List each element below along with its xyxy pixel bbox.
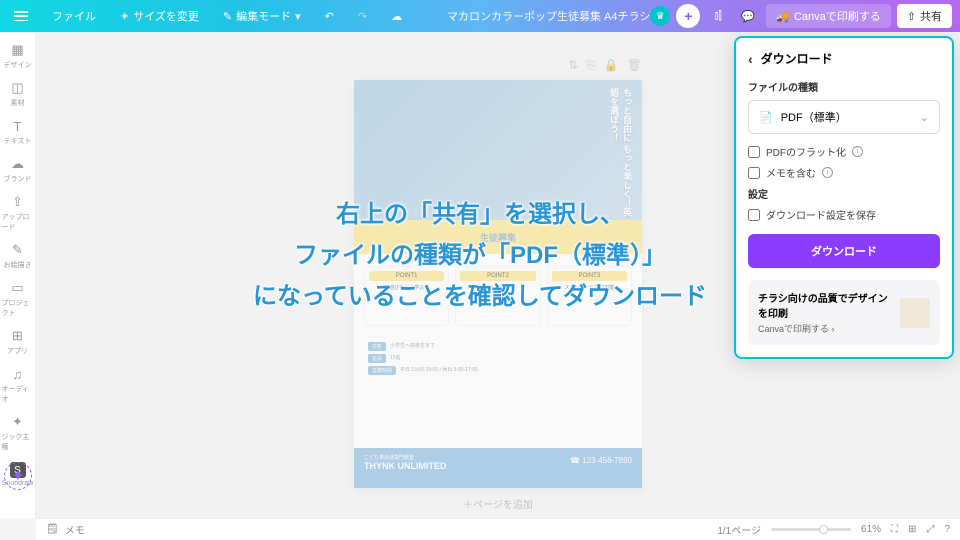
sidebar-item-elements[interactable]: ◫素材: [2, 76, 34, 112]
topbar: ファイル ✦サイズを変更 ✎編集モード▾ ↶ ↷ ☁ マカロンカラーポップ生徒募…: [0, 0, 960, 32]
info-icon[interactable]: i: [852, 146, 863, 157]
chevron-down-icon: ⌄: [920, 111, 929, 124]
redo-icon: ↷: [358, 10, 367, 23]
sidebar-item-draw[interactable]: ✎お絵描き: [2, 238, 34, 274]
share-icon: ⇧: [907, 10, 916, 23]
sidebar-item-text[interactable]: Tテキスト: [2, 114, 34, 150]
print-thumbnail: [900, 298, 930, 328]
crown-icon: ♛: [656, 11, 665, 22]
print-canva-button[interactable]: 🚚Canvaで印刷する: [766, 4, 891, 28]
wand-icon: ✦: [10, 414, 26, 430]
memo-icon[interactable]: 🗒: [46, 524, 59, 535]
add-button[interactable]: +: [676, 4, 700, 28]
truck-icon: 🚚: [776, 10, 790, 23]
memo-button[interactable]: メモ: [65, 522, 85, 537]
zoom-slider[interactable]: [771, 528, 851, 531]
document-title[interactable]: マカロンカラーポップ生徒募集 A4チラシ: [447, 8, 650, 24]
comment-icon: 💬: [741, 10, 755, 23]
flatten-checkbox[interactable]: PDFのフラット化i: [748, 144, 940, 159]
grid-view-icon[interactable]: ⊞: [908, 524, 916, 535]
undo-button[interactable]: ↶: [319, 6, 340, 27]
info-icon[interactable]: i: [822, 167, 833, 178]
zoom-value[interactable]: 61%: [861, 524, 881, 535]
brand-icon: ☁: [10, 156, 26, 172]
design-icon: ▦: [10, 42, 26, 58]
download-button[interactable]: ダウンロード: [748, 234, 940, 268]
bottombar: 🗒 メモ 1/1ページ 61% ⛶ ⊞ ⤢ ?: [36, 518, 960, 540]
panel-back-button[interactable]: ‹: [748, 51, 753, 67]
sidebar-item-audio[interactable]: ♫オーディオ: [2, 362, 34, 408]
chart-icon: ⫾⫿: [715, 10, 722, 23]
instruction-overlay: 右上の「共有」を選択し、 ファイルの種類が「PDF（標準）」 になっていることを…: [253, 195, 707, 317]
file-icon: 📄: [759, 111, 773, 124]
chevron-down-icon: ▾: [295, 10, 301, 23]
comment-button[interactable]: 💬: [736, 4, 760, 28]
apps-icon: ⊞: [10, 328, 26, 344]
page-tools: ⇅ ⎘ 🔒 🗑: [354, 58, 642, 73]
print-card-subtitle: Canvaで印刷する ›: [758, 322, 892, 335]
redo-button[interactable]: ↷: [352, 6, 373, 27]
undo-icon: ↶: [325, 10, 334, 23]
download-panel: ‹ ダウンロード ファイルの種類 📄 PDF（標準） ⌄ PDFのフラット化i …: [734, 36, 954, 359]
folder-icon: ▭: [10, 280, 26, 296]
sidebar-item-apps[interactable]: ⊞アプリ: [2, 324, 34, 360]
text-icon: T: [10, 118, 26, 134]
cloud-sync[interactable]: ☁: [385, 6, 408, 27]
cloud-icon: ☁: [391, 10, 402, 23]
panel-title: ダウンロード: [761, 50, 833, 67]
pro-badge[interactable]: ♛: [650, 6, 670, 26]
page-indicator[interactable]: 1/1ページ: [717, 522, 761, 537]
pencil-icon: ✎: [223, 10, 232, 23]
sidebar-item-projects[interactable]: ▭プロジェクト: [2, 276, 34, 322]
draw-icon: ✎: [10, 242, 26, 258]
settings-label: 設定: [748, 186, 940, 201]
resize-button[interactable]: ✦サイズを変更: [114, 4, 205, 28]
upload-icon: ⇧: [10, 194, 26, 210]
sidebar: ▦デザイン ◫素材 Tテキスト ☁ブランド ⇧アップロード ✎お絵描き ▭プロジ…: [0, 32, 36, 518]
file-menu[interactable]: ファイル: [46, 4, 102, 28]
sidebar-item-upload[interactable]: ⇧アップロード: [2, 190, 34, 236]
elements-icon: ◫: [10, 80, 26, 96]
plus-icon: +: [684, 8, 692, 24]
add-page-button[interactable]: ＋ページを追加: [463, 496, 533, 511]
fit-icon[interactable]: ⛶: [891, 524, 898, 535]
zoom-thumb[interactable]: [819, 525, 828, 534]
analytics-button[interactable]: ⫾⫿: [706, 4, 730, 28]
duplicate-icon[interactable]: ⎘: [586, 58, 596, 73]
sparkle-icon: ✦: [11, 466, 24, 486]
sidebar-item-magic[interactable]: ✦ジック主権: [2, 410, 34, 456]
print-quality-card[interactable]: チラシ向けの品質でデザインを印刷 Canvaで印刷する ›: [748, 280, 940, 345]
sparkle-icon: ✦: [120, 10, 129, 23]
share-button[interactable]: ⇧共有: [897, 4, 952, 28]
fullscreen-icon[interactable]: ⤢: [926, 524, 934, 535]
edit-mode-button[interactable]: ✎編集モード▾: [217, 4, 307, 28]
filetype-select[interactable]: 📄 PDF（標準） ⌄: [748, 100, 940, 134]
flyer-footer: こども英会話専門教室 THYNK UNLIMITED ☎ 123-456-789…: [354, 448, 642, 488]
filetype-value: PDF（標準）: [781, 109, 847, 125]
trash-icon[interactable]: 🗑: [627, 58, 642, 73]
filetype-label: ファイルの種類: [748, 79, 940, 94]
hamburger-icon: [14, 11, 28, 21]
print-card-title: チラシ向けの品質でデザインを印刷: [758, 290, 892, 320]
lock-icon[interactable]: 🔒: [604, 58, 619, 73]
menu-button[interactable]: [8, 7, 34, 25]
include-memo-checkbox[interactable]: メモを含むi: [748, 165, 940, 180]
flyer-info: 対象小学生～高校生まで 定員15名 営業時間平日 13:00-19:00 / 休…: [354, 338, 642, 382]
sidebar-item-design[interactable]: ▦デザイン: [2, 38, 34, 74]
save-settings-checkbox[interactable]: ダウンロード設定を保存: [748, 207, 940, 222]
page-up-icon[interactable]: ⇅: [568, 58, 578, 73]
sidebar-item-brand[interactable]: ☁ブランド: [2, 152, 34, 188]
help-icon[interactable]: ?: [944, 524, 950, 535]
ai-assist-button[interactable]: ✦: [4, 462, 32, 490]
audio-icon: ♫: [10, 366, 26, 382]
